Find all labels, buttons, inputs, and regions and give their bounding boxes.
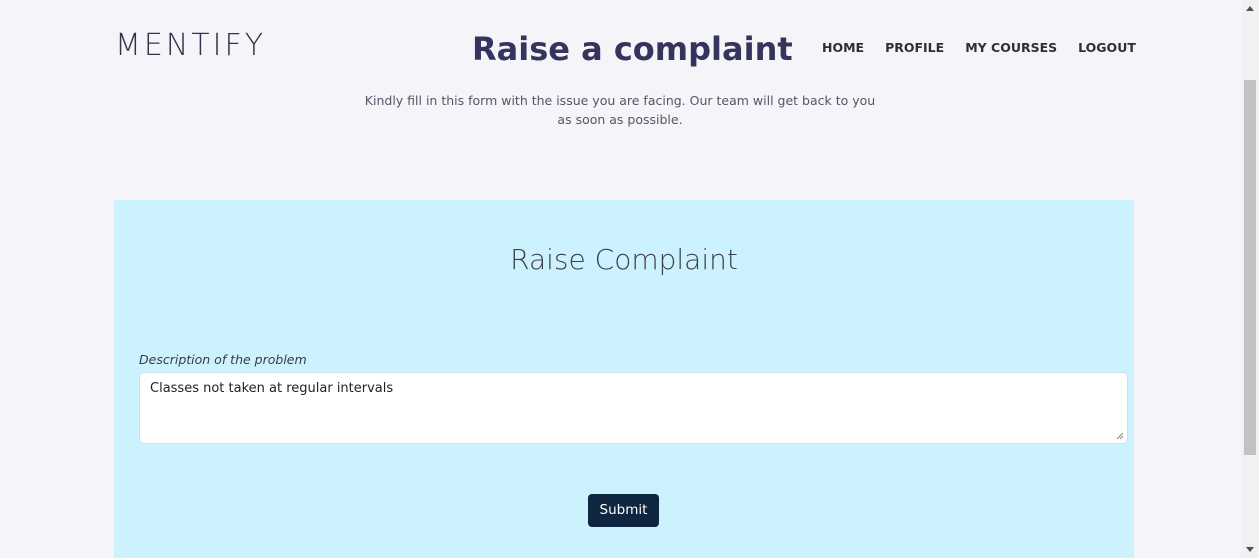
page: MENTIFY Raise a complaint HOME PROFILE M… bbox=[0, 0, 1241, 558]
description-value: Classes not taken at regular intervals bbox=[150, 381, 394, 396]
submit-button[interactable]: Submit bbox=[588, 494, 659, 527]
scroll-down-arrow-icon[interactable] bbox=[1246, 547, 1254, 552]
nav-profile-link[interactable]: PROFILE bbox=[885, 40, 944, 55]
brand-logo[interactable]: MENTIFY bbox=[115, 28, 266, 63]
nav-logout-link[interactable]: LOGOUT bbox=[1078, 40, 1136, 55]
intro-text: Kindly fill in this form with the issue … bbox=[364, 93, 876, 127]
form-title: Raise Complaint bbox=[510, 243, 738, 276]
scroll-thumb[interactable] bbox=[1244, 80, 1256, 455]
description-label: Description of the problem bbox=[139, 352, 307, 367]
complaint-form-card: Raise Complaint Description of the probl… bbox=[114, 200, 1134, 558]
resize-grip-icon[interactable] bbox=[1116, 432, 1124, 440]
scroll-up-arrow-icon[interactable] bbox=[1246, 6, 1254, 11]
main-nav: HOME PROFILE MY COURSES LOGOUT bbox=[822, 40, 1136, 55]
vertical-scrollbar[interactable] bbox=[1241, 0, 1259, 558]
description-textarea[interactable]: Classes not taken at regular intervals bbox=[139, 372, 1128, 444]
page-title: Raise a complaint bbox=[472, 30, 793, 68]
nav-my-courses-link[interactable]: MY COURSES bbox=[965, 40, 1057, 55]
nav-home-link[interactable]: HOME bbox=[822, 40, 864, 55]
